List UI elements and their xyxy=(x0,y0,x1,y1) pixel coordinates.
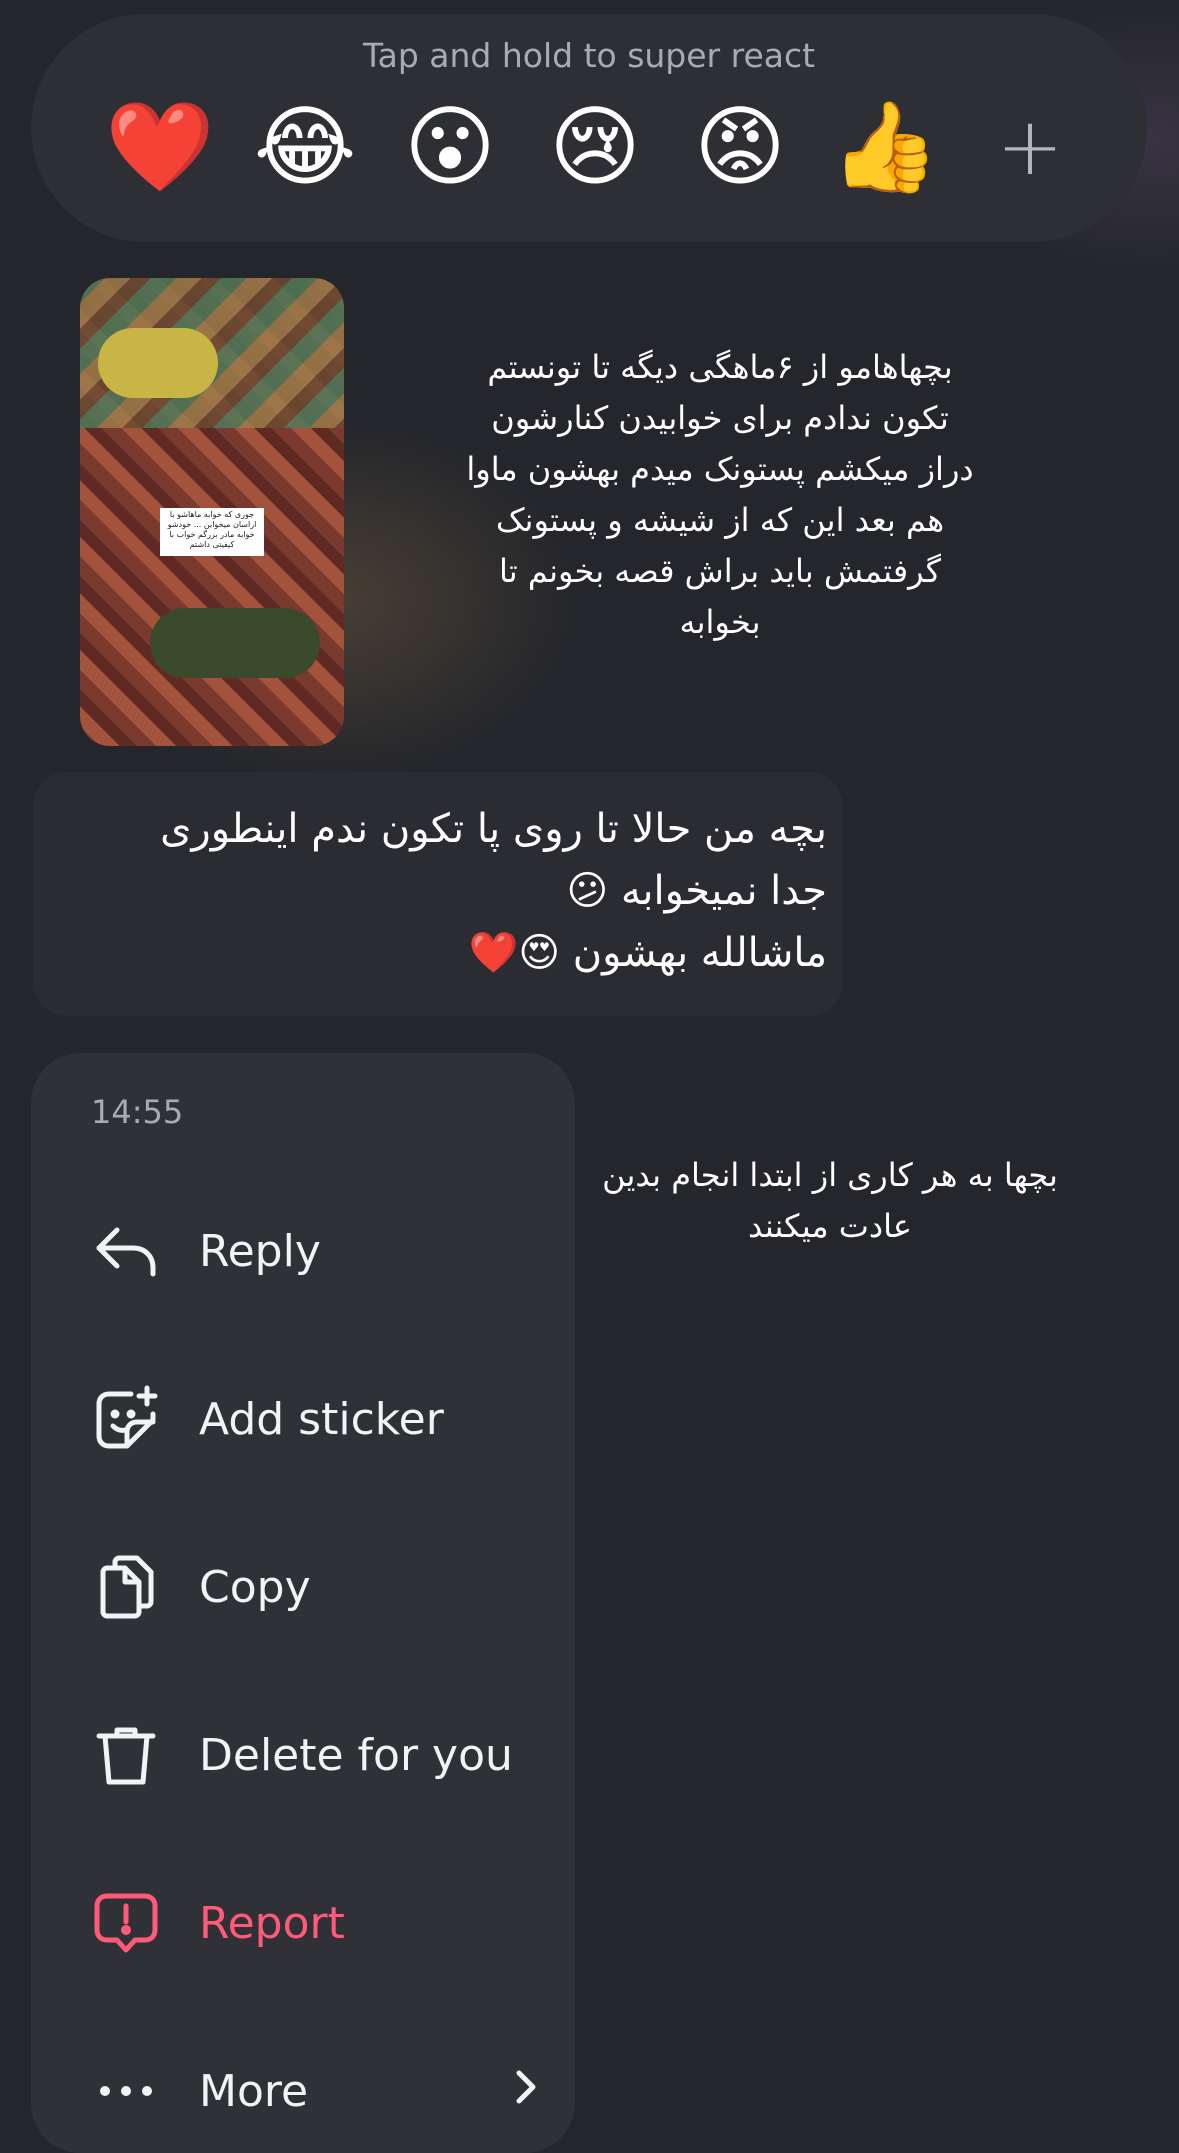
thumbnail-child xyxy=(98,328,218,398)
copy-label: Copy xyxy=(199,1561,311,1613)
crying-emoji[interactable]: 😢 xyxy=(540,92,650,202)
more-button[interactable]: More xyxy=(91,2046,561,2136)
add-sticker-button[interactable]: Add sticker xyxy=(91,1374,561,1464)
message-line: جدا نمیخوابه 😕 xyxy=(566,868,827,914)
more-label: More xyxy=(199,2065,309,2117)
plus-icon[interactable]: + xyxy=(975,92,1085,202)
message-line: ماشالله بهشون 😍❤️ xyxy=(468,930,827,976)
reaction-hint: Tap and hold to super react xyxy=(362,36,816,75)
message-text: بچه من حالا تا روی پا تکون ندم اینطوری ج… xyxy=(67,798,827,984)
report-label: Report xyxy=(199,1897,345,1949)
message-line: بچه من حالا تا روی پا تکون ندم اینطوری xyxy=(160,806,827,852)
reaction-emoji-row: ❤️ 😂 😮 😢 😡 👍 + xyxy=(105,92,1085,202)
reply-button[interactable]: Reply xyxy=(91,1206,561,1296)
reaction-bar: Tap and hold to super react ❤️ 😂 😮 😢 😡 👍… xyxy=(31,14,1147,242)
more-icon xyxy=(91,2056,161,2126)
thumbs-up-emoji[interactable]: 👍 xyxy=(830,92,940,202)
message-bubble[interactable]: بچه من حالا تا روی پا تکون ندم اینطوری ج… xyxy=(33,772,843,1016)
surprised-emoji[interactable]: 😮 xyxy=(395,92,505,202)
reply-icon xyxy=(91,1216,161,1286)
trash-icon xyxy=(91,1720,161,1790)
chevron-right-icon xyxy=(511,2063,541,2119)
angry-emoji[interactable]: 😡 xyxy=(685,92,795,202)
report-button[interactable]: Report xyxy=(91,1878,561,1968)
delete-for-you-button[interactable]: Delete for you xyxy=(91,1710,561,1800)
post-caption: بچهاهامو از ۶ماهگی دیگه تا تونستم تکون ن… xyxy=(466,348,974,641)
reply-label: Reply xyxy=(199,1225,321,1277)
message-context-menu: 14:55 Reply Add sticker Copy Delete for … xyxy=(31,1053,575,2153)
red-heart-emoji[interactable]: ❤️ xyxy=(105,92,215,202)
shared-post[interactable]: جوری که خوابه ماهاشو با اراسان میخوابن .… xyxy=(40,270,1020,770)
tears-of-joy-emoji[interactable]: 😂 xyxy=(250,92,360,202)
thumbnail-child xyxy=(150,608,320,678)
report-icon xyxy=(91,1888,161,1958)
post-thumbnail[interactable]: جوری که خوابه ماهاشو با اراسان میخوابن .… xyxy=(80,278,344,746)
thumbnail-caption: جوری که خوابه ماهاشو با اراسان میخوابن .… xyxy=(160,508,264,556)
second-post-caption: بچها به هر کاری از ابتدا انجام بدین عادت… xyxy=(602,1156,1058,1245)
add-sticker-icon xyxy=(91,1384,161,1454)
delete-for-you-label: Delete for you xyxy=(199,1729,513,1781)
add-sticker-label: Add sticker xyxy=(199,1393,444,1445)
message-timestamp: 14:55 xyxy=(91,1093,184,1131)
copy-icon xyxy=(91,1552,161,1622)
copy-button[interactable]: Copy xyxy=(91,1542,561,1632)
